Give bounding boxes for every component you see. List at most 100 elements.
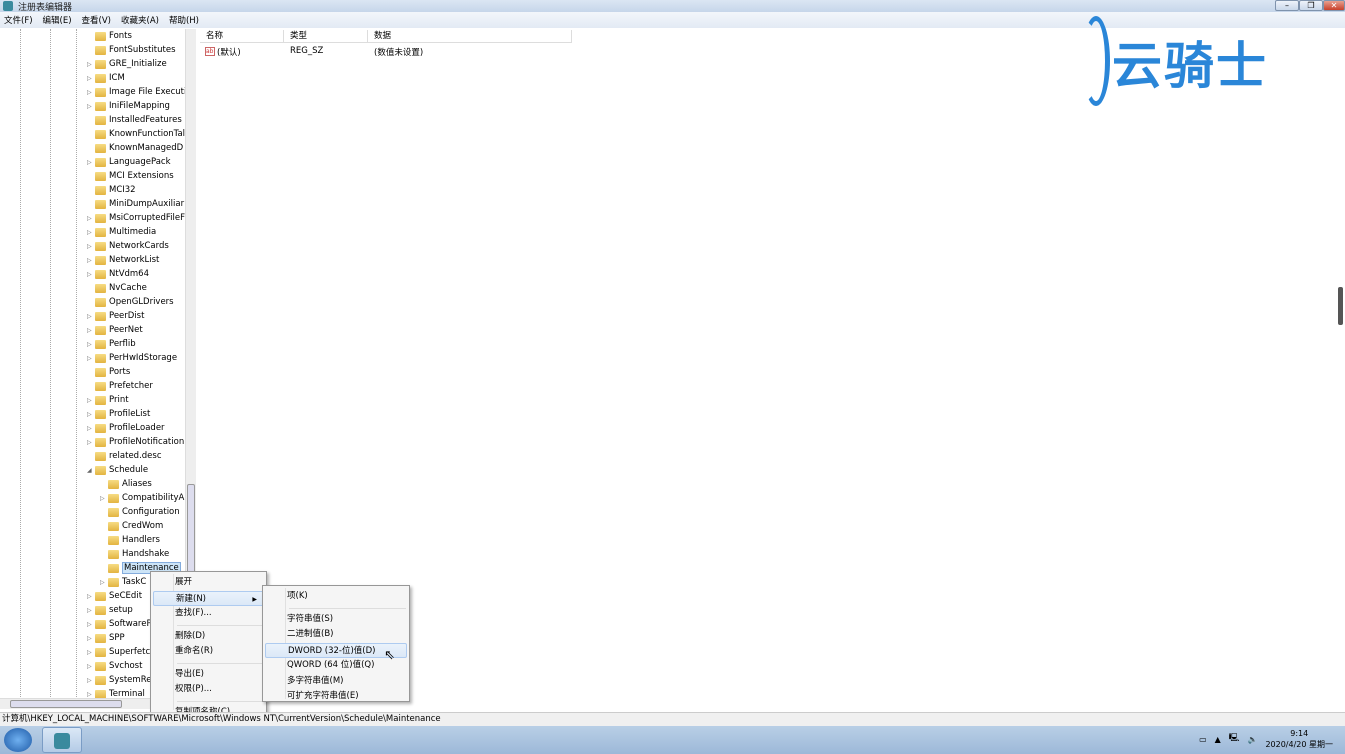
tree-item[interactable]: Aliases [100,477,152,491]
submenu-item[interactable]: 项(K) [265,589,407,604]
tree-item[interactable]: ▷ SoftwareP [87,617,152,631]
close-button[interactable]: ✕ [1323,0,1345,11]
expand-arrow-icon[interactable]: ▷ [87,621,95,628]
tree-item[interactable]: OpenGLDrivers [87,295,174,309]
tree-item[interactable]: ▷ PeerNet [87,323,143,337]
tree-item[interactable]: KnownFunctionTal [87,127,185,141]
expand-arrow-icon[interactable]: ▷ [87,257,95,264]
tree-item[interactable]: ▷ Image File Executi [87,85,186,99]
context-menu-item[interactable]: 展开 [153,575,264,590]
tree-item[interactable]: KnownManagedD [87,141,183,155]
tree-item[interactable]: ▷ PeerDist [87,309,144,323]
tree-item[interactable]: Configuration [100,505,180,519]
tree-item[interactable]: ▷ Perflib [87,337,136,351]
tree-item[interactable]: ▷ TaskC [100,575,146,589]
tree-item[interactable]: Fonts [87,29,132,43]
show-hidden-icons[interactable]: ▲ [1215,735,1221,744]
menu-view[interactable]: 查看(V) [82,14,111,26]
expand-arrow-icon[interactable]: ▷ [87,327,95,334]
context-menu-item[interactable]: 删除(D) [153,629,264,644]
menu-help[interactable]: 帮助(H) [169,14,199,26]
column-data[interactable]: 数据 [368,30,572,43]
tree-item[interactable]: ▷ Print [87,393,129,407]
tree-item[interactable]: ▷ ProfileList [87,407,150,421]
tree-item[interactable]: ▷ Superfetc [87,645,150,659]
expand-arrow-icon[interactable]: ▷ [87,677,95,684]
tree-item[interactable]: ▷ setup [87,603,133,617]
scroll-thumb[interactable] [10,700,122,708]
submenu-item[interactable]: 字符串值(S) [265,612,407,627]
expand-arrow-icon[interactable]: ▷ [87,159,95,166]
expand-arrow-icon[interactable]: ▷ [87,635,95,642]
tree-item[interactable]: ◢ Schedule [87,463,148,477]
submenu-item[interactable]: 可扩充字符串值(E) [265,689,407,704]
tree-item[interactable]: ▷ SPP [87,631,125,645]
keyboard-icon[interactable]: ▭ [1199,735,1207,744]
tree-item[interactable]: Prefetcher [87,379,153,393]
tree-item[interactable]: ▷ NetworkCards [87,239,169,253]
tree-item[interactable]: ▷ NetworkList [87,253,159,267]
expand-arrow-icon[interactable]: ▷ [87,607,95,614]
expand-arrow-icon[interactable]: ▷ [100,495,108,502]
tree-item[interactable]: MiniDumpAuxiliar [87,197,184,211]
expand-arrow-icon[interactable]: ▷ [87,341,95,348]
expand-arrow-icon[interactable]: ▷ [87,663,95,670]
context-menu-item[interactable]: 查找(F)... [153,606,264,621]
tree-item[interactable]: Handshake [100,547,169,561]
tree-item[interactable]: ▷ ProfileNotification [87,435,184,449]
taskbar-regedit[interactable] [42,727,82,753]
tree-item[interactable]: CredWom [100,519,163,533]
tree-item[interactable]: ▷ MsiCorruptedFileF [87,211,185,225]
expand-arrow-icon[interactable]: ▷ [87,61,95,68]
volume-icon[interactable]: 🔈 [1247,735,1257,744]
expand-arrow-icon[interactable]: ▷ [87,439,95,446]
tree-item[interactable]: ▷ NtVdm64 [87,267,149,281]
column-name[interactable]: 名称 [200,30,284,43]
expand-arrow-icon[interactable]: ▷ [100,579,108,586]
tree-item[interactable]: ▷ ProfileLoader [87,421,165,435]
expand-arrow-icon[interactable]: ▷ [87,425,95,432]
column-type[interactable]: 类型 [284,30,368,43]
tree-item[interactable]: ▷ Multimedia [87,225,156,239]
expand-arrow-icon[interactable]: ▷ [87,411,95,418]
tree-item[interactable]: MCI Extensions [87,169,174,183]
expand-arrow-icon[interactable]: ▷ [87,271,95,278]
menu-file[interactable]: 文件(F) [4,14,33,26]
tree-item[interactable]: ▷ Svchost [87,659,142,673]
menu-edit[interactable]: 编辑(E) [43,14,72,26]
context-menu-item[interactable]: 导出(E) [153,667,264,682]
expand-arrow-icon[interactable]: ▷ [87,691,95,698]
expand-arrow-icon[interactable]: ▷ [87,313,95,320]
tree-item[interactable]: FontSubstitutes [87,43,176,57]
submenu-item[interactable]: 多字符串值(M) [265,674,407,689]
minimize-button[interactable]: – [1275,0,1299,11]
scroll-indicator[interactable] [1338,287,1343,325]
expand-arrow-icon[interactable]: ▷ [87,229,95,236]
start-button[interactable] [4,728,32,752]
tree-item[interactable]: ▷ GRE_Initialize [87,57,167,71]
tree-item[interactable]: ▷ SeCEdit [87,589,142,603]
expand-arrow-icon[interactable]: ▷ [87,649,95,656]
expand-arrow-icon[interactable]: ▷ [87,215,95,222]
tree-item[interactable]: ▷ IniFileMapping [87,99,170,113]
network-icon[interactable]: 🖳 [1229,732,1240,746]
clock[interactable]: 9:14 2020/4/20 星期一 [1265,728,1333,750]
expand-arrow-icon[interactable]: ▷ [87,593,95,600]
context-menu-item[interactable]: 新建(N) ▶ [153,590,264,606]
context-menu-item[interactable]: 权限(P)... [153,682,264,697]
submenu-item[interactable]: 二进制值(B) [265,627,407,642]
expand-arrow-icon[interactable]: ▷ [87,355,95,362]
menu-favorites[interactable]: 收藏夹(A) [121,14,159,26]
tree-item[interactable]: MCI32 [87,183,136,197]
tree-item[interactable]: related.desc [87,449,162,463]
restore-button[interactable]: ❐ [1299,0,1323,11]
tree-item[interactable]: Handlers [100,533,160,547]
expand-arrow-icon[interactable]: ▷ [87,243,95,250]
tree-item[interactable]: ▷ SystemRe [87,673,151,687]
tree-item[interactable]: ▷ PerHwIdStorage [87,351,177,365]
expand-arrow-icon[interactable]: ▷ [87,75,95,82]
expand-arrow-icon[interactable]: ▷ [87,89,95,96]
context-menu-item[interactable]: 重命名(R) [153,644,264,659]
tree-item[interactable]: ▷ ICM [87,71,125,85]
tree-item[interactable]: Ports [87,365,130,379]
